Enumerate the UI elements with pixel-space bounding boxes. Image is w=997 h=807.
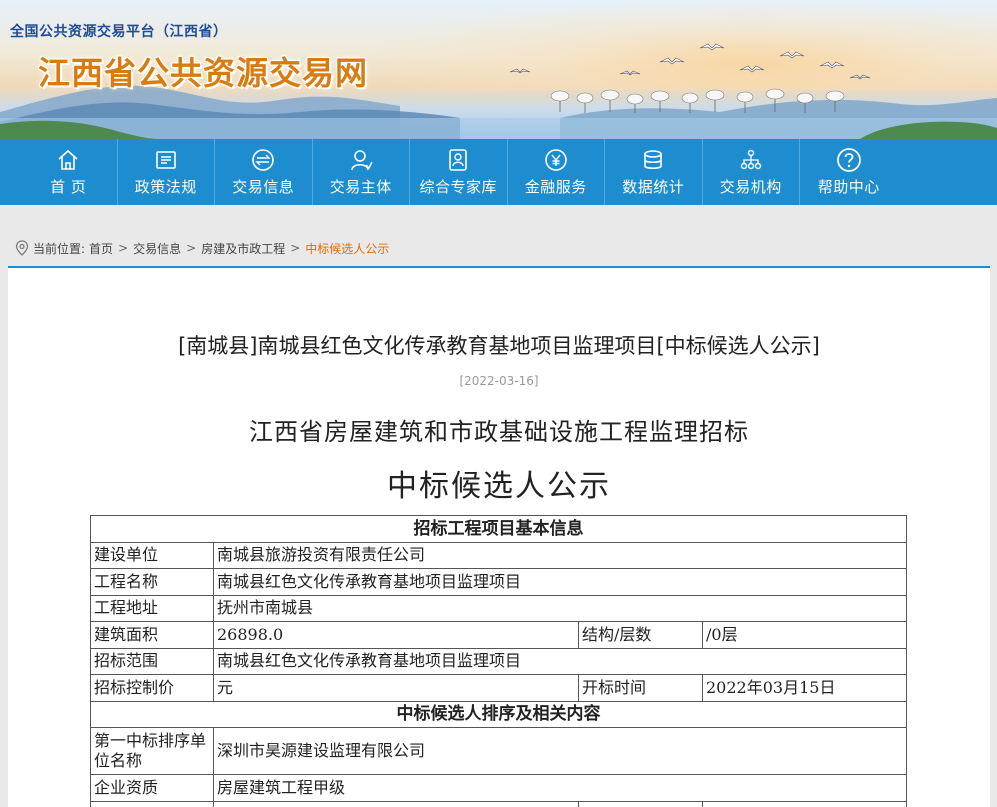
table-row: 工程地址 抚州市南城县 [90,594,907,622]
nav-item-policy[interactable]: 政策法规 [118,139,215,205]
breadcrumb-separator: > [186,241,197,255]
open-time-label: 开标时间 [578,674,703,702]
structure-label: 结构/层数 [578,621,703,649]
article-heading-line1: 江西省房屋建筑和市政基础设施工程监理招标 [249,418,749,446]
nav-item-institution[interactable]: 交易机构 [703,139,800,205]
address-label: 工程地址 [90,594,214,622]
nav-label: 综合专家库 [419,178,497,196]
first-candidate-label: 第一中标排序单位名称 [90,727,214,775]
nav-label: 金融服务 [524,178,587,196]
table-row: 第一中标排序单位名称 深圳市昊源建设监理有限公司 [90,727,907,775]
id-card-icon [449,149,468,171]
table-row [90,800,907,807]
org-chart-icon [740,149,761,170]
builder-label: 建设单位 [90,541,214,569]
section-title-candidates: 中标候选人排序及相关内容 [90,700,907,728]
nav-label: 首 页 [50,178,87,196]
table-row: 招标范围 南城县红色文化传承教育基地项目监理项目 [90,647,907,675]
bid-info-table: 招标工程项目基本信息 建设单位 南城县旅游投资有限责任公司 工程名称 南城县红色… [90,515,907,807]
nav-item-help[interactable]: 帮助中心 [800,139,898,205]
nav-item-expert-db[interactable]: 综合专家库 [410,139,508,205]
first-candidate-value: 深圳市昊源建设监理有限公司 [213,727,907,775]
table-row: 建设单位 南城县旅游投资有限责任公司 [90,541,907,569]
table-cell [90,800,214,807]
project-name-value: 南城县红色文化传承教育基地项目监理项目 [213,568,907,596]
yuan-coin-icon [544,149,567,171]
breadcrumb-link-construction[interactable]: 房建及市政工程 [201,240,285,257]
breadcrumb-link-home[interactable]: 首页 [89,240,113,257]
table-row: 建筑面积 26898.0 结构/层数 /0层 [90,621,907,649]
nav-label: 政策法规 [134,178,197,196]
nav-item-trade-subject[interactable]: 交易主体 [313,139,410,205]
nav-item-statistics[interactable]: 数据统计 [605,139,703,205]
builder-value: 南城县旅游投资有限责任公司 [213,541,907,569]
site-title: 江西省公共资源交易网 [38,54,369,92]
breadcrumb-link-trade-info[interactable]: 交易信息 [133,240,181,257]
portal-title: 全国公共资源交易平台（江西省） [10,24,228,40]
document-list-icon [155,151,176,169]
breadcrumb-current[interactable]: 中标候选人公示 [305,240,389,257]
question-icon [836,148,861,172]
area-label: 建筑面积 [90,621,214,649]
breadcrumb: 当前位置: 首页 > 交易信息 > 房建及市政工程 > 中标候选人公示 [15,239,389,257]
breadcrumb-separator: > [290,241,301,255]
address-value: 抚州市南城县 [213,594,907,622]
article-heading-line2: 中标候选人公示 [387,469,611,504]
table-row: 招标控制价 元 开标时间 2022年03月15日 [90,674,907,702]
location-pin-icon [15,240,29,256]
structure-value: /0层 [702,621,907,649]
nav-item-trade-info[interactable]: 交易信息 [215,139,313,205]
project-name-label: 工程名称 [90,568,214,596]
table-cell [578,800,703,807]
nav-label: 交易主体 [329,178,392,196]
control-price-label: 招标控制价 [90,674,214,702]
scope-value: 南城县红色文化传承教育基地项目监理项目 [213,647,907,675]
article-title: [南城县]南城县红色文化传承教育基地项目监理项目[中标候选人公示] [178,334,820,358]
content-panel: [南城县]南城县红色文化传承教育基地项目监理项目[中标候选人公示] [2022-… [8,266,990,807]
nav-label: 交易信息 [232,178,295,196]
table-cell [702,800,907,807]
header-banner: 全国公共资源交易平台（江西省） 江西省公共资源交易网 [0,0,997,139]
nav-item-home[interactable]: 首 页 [20,139,118,205]
table-row: 中标候选人排序及相关内容 [90,700,907,728]
database-icon [644,150,663,170]
breadcrumb-separator: > [118,241,129,255]
table-row: 工程名称 南城县红色文化传承教育基地项目监理项目 [90,568,907,596]
main-nav: 首 页 政策法规 交易信息 交易主体 综合专家库 金融服务 数据统计 交易机构 … [0,139,997,205]
nav-label: 交易机构 [719,178,782,196]
nav-label: 数据统计 [622,178,685,196]
nav-label: 帮助中心 [817,178,880,196]
area-value: 26898.0 [213,621,579,649]
table-row: 招标工程项目基本信息 [90,515,907,543]
qualification-value: 房屋建筑工程甲级 [213,774,907,802]
breadcrumb-prefix: 当前位置: [33,241,86,256]
table-row: 企业资质 房屋建筑工程甲级 [90,774,907,802]
nav-item-finance[interactable]: 金融服务 [508,139,605,205]
scope-label: 招标范围 [90,647,214,675]
user-icon [350,150,373,171]
open-time-value: 2022年03月15日 [702,674,907,702]
article-date: [2022-03-16] [459,374,539,388]
exchange-icon [252,149,275,171]
home-icon [58,149,78,170]
control-price-value: 元 [213,674,579,702]
table-cell [213,800,579,807]
qualification-label: 企业资质 [90,774,214,802]
section-title-basic-info: 招标工程项目基本信息 [90,515,907,543]
